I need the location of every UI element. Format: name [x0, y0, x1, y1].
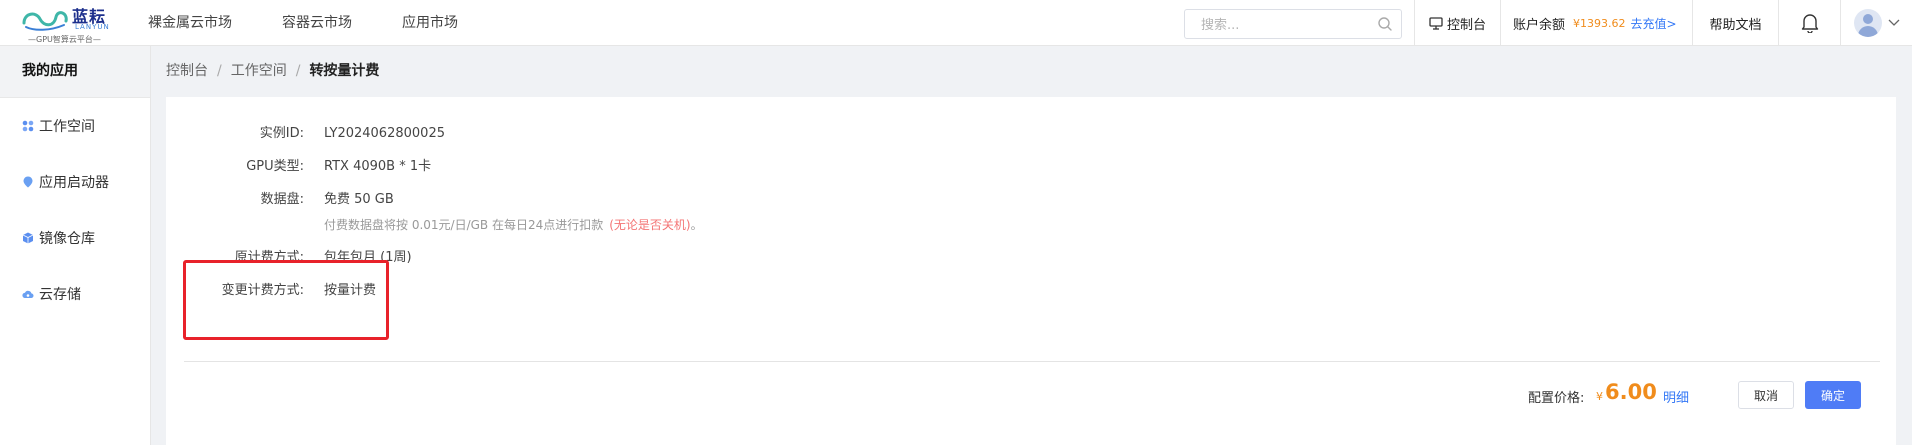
instance-id-label: 实例ID: — [259, 126, 304, 141]
balance-amount: ¥1393.62 — [1573, 16, 1626, 30]
chevron-down-icon — [1888, 19, 1899, 26]
image-repo-icon — [22, 232, 34, 244]
nav-app-market[interactable]: 应用市场 — [402, 0, 458, 46]
divider — [184, 361, 1880, 362]
price-detail-link[interactable]: 明细 — [1663, 387, 1689, 406]
user-menu[interactable] — [1840, 0, 1912, 46]
gpu-type-label: GPU类型: — [246, 159, 304, 174]
search-input[interactable] — [1199, 11, 1383, 39]
shutdown-note: (无论是否关机) — [609, 218, 691, 232]
cloud-storage-icon — [22, 288, 34, 300]
gpu-type-value: RTX 4090B * 1卡 — [324, 159, 432, 174]
price-value: 6.00 — [1605, 380, 1657, 404]
breadcrumb-current: 转按量计费 — [309, 63, 380, 79]
bell-icon — [1801, 14, 1818, 33]
confirm-button[interactable]: 确定 — [1805, 381, 1861, 409]
sidebar: 我的应用 工作空间 应用启动器 镜像仓库 云存储 — [0, 46, 151, 445]
sidebar-item-label: 应用启动器 — [39, 175, 109, 191]
logo-mark-icon — [22, 11, 68, 31]
help-docs-link[interactable]: 帮助文档 — [1692, 0, 1778, 46]
breadcrumb-workspace[interactable]: 工作空间 — [231, 63, 287, 79]
breadcrumb-separator: / — [295, 63, 301, 79]
user-avatar — [1853, 9, 1882, 37]
monitor-icon — [1429, 16, 1443, 30]
sidebar-item-label: 工作空间 — [39, 119, 95, 135]
console-label: 控制台 — [1446, 17, 1486, 33]
sidebar-item-label: 云存储 — [39, 287, 81, 303]
sidebar-item-app-launcher[interactable]: 应用启动器 — [0, 154, 150, 210]
notifications-button[interactable] — [1778, 0, 1840, 46]
breadcrumb-console[interactable]: 控制台 — [166, 63, 208, 79]
data-disk-label: 数据盘: — [260, 192, 304, 207]
billing-change-panel: 实例ID: LY2024062800025 GPU类型: RTX 4090B *… — [166, 97, 1896, 445]
brand-name-en: LANYUN — [75, 23, 110, 31]
brand-logo[interactable]: 蓝耘 LANYUN —GPU智算云平台— — [20, 3, 128, 44]
cancel-button[interactable]: 取消 — [1738, 381, 1794, 409]
data-disk-note: 付费数据盘将按 0.01元/日/GB 在每日24点进行扣款 (无论是否关机)。 — [324, 218, 703, 232]
sidebar-item-workspace[interactable]: 工作空间 — [0, 98, 150, 154]
highlight-annotation-box — [183, 260, 389, 340]
launcher-icon — [22, 176, 34, 188]
brand-tagline: —GPU智算云平台— — [28, 35, 101, 44]
workspace-icon — [22, 120, 34, 132]
data-disk-value: 免费 50 GB — [324, 192, 394, 207]
breadcrumb-separator: / — [217, 63, 222, 79]
nav-bare-metal-market[interactable]: 裸金属云市场 — [148, 0, 232, 46]
nav-container-market[interactable]: 容器云市场 — [282, 0, 352, 46]
console-link[interactable]: 控制台 — [1414, 0, 1500, 46]
sidebar-item-label: 镜像仓库 — [39, 231, 95, 247]
account-balance: 账户余额 ¥1393.62 去充值> — [1500, 0, 1692, 46]
top-nav: 裸金属云市场 容器云市场 应用市场 — [148, 0, 508, 46]
breadcrumb: 控制台 / 工作空间 / 转按量计费 — [166, 46, 379, 97]
top-header: 蓝耘 LANYUN —GPU智算云平台— 裸金属云市场 容器云市场 应用市场 控… — [0, 0, 1912, 46]
search-icon[interactable] — [1377, 16, 1393, 32]
sidebar-item-image-repo[interactable]: 镜像仓库 — [0, 210, 150, 266]
balance-label: 账户余额 — [1513, 17, 1566, 33]
price-label: 配置价格: — [1528, 391, 1585, 406]
instance-id-value: LY2024062800025 — [324, 126, 445, 141]
sidebar-item-cloud-storage[interactable]: 云存储 — [0, 266, 150, 322]
search-box — [1184, 9, 1402, 39]
help-docs-label: 帮助文档 — [1709, 17, 1762, 33]
recharge-link[interactable]: 去充值> — [1631, 15, 1677, 32]
sidebar-title: 我的应用 — [0, 46, 150, 98]
price-currency: ¥ — [1596, 390, 1603, 403]
